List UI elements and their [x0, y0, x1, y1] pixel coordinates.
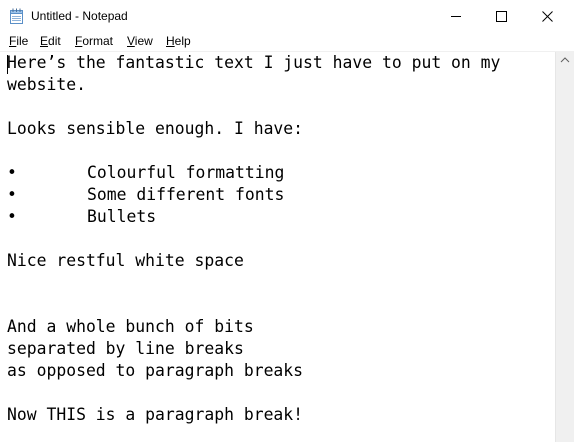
- maximize-button[interactable]: [479, 0, 525, 32]
- scroll-up-button[interactable]: [556, 52, 574, 69]
- text-editor[interactable]: Here’s the fantastic text I just have to…: [0, 52, 555, 442]
- close-button[interactable]: [525, 0, 571, 32]
- bullet-marker: •: [7, 185, 17, 204]
- text-caret: [7, 55, 8, 74]
- bullet-text: Some different fonts: [87, 185, 285, 204]
- maximize-icon: [496, 11, 507, 22]
- bullet-marker: •: [7, 207, 17, 226]
- text-line: Now THIS is a paragraph break!: [7, 405, 304, 424]
- bullet-text: Bullets: [87, 207, 157, 226]
- menu-edit[interactable]: Edit: [40, 33, 61, 50]
- title-bar[interactable]: Untitled - Notepad: [0, 0, 574, 32]
- chevron-up-icon: [560, 57, 570, 63]
- text-line: Nice restful white space: [7, 251, 244, 270]
- text-line: as opposed to paragraph breaks: [7, 361, 304, 380]
- window-title: Untitled - Notepad: [31, 9, 128, 23]
- text-line: Here’s the fantastic text I just have to…: [7, 53, 501, 72]
- minimize-button[interactable]: [433, 0, 479, 32]
- bullet-marker: •: [7, 163, 17, 182]
- bullet-text: Colourful formatting: [87, 163, 285, 182]
- text-line: Looks sensible enough. I have:: [7, 119, 304, 138]
- menu-bar: File Edit Format View Help: [0, 32, 574, 52]
- vertical-scrollbar[interactable]: [555, 52, 574, 442]
- menu-format[interactable]: Format: [75, 33, 113, 50]
- notepad-window: Untitled - Notepad File Edit Format View…: [0, 0, 574, 442]
- notepad-icon[interactable]: [9, 8, 24, 24]
- text-line: separated by line breaks: [7, 339, 244, 358]
- close-icon: [542, 11, 553, 22]
- menu-help[interactable]: Help: [166, 33, 191, 50]
- text-line: And a whole bunch of bits: [7, 317, 254, 336]
- menu-view[interactable]: View: [127, 33, 153, 50]
- menu-file[interactable]: File: [9, 33, 28, 50]
- text-line: website.: [7, 75, 86, 94]
- minimize-icon: [451, 16, 461, 17]
